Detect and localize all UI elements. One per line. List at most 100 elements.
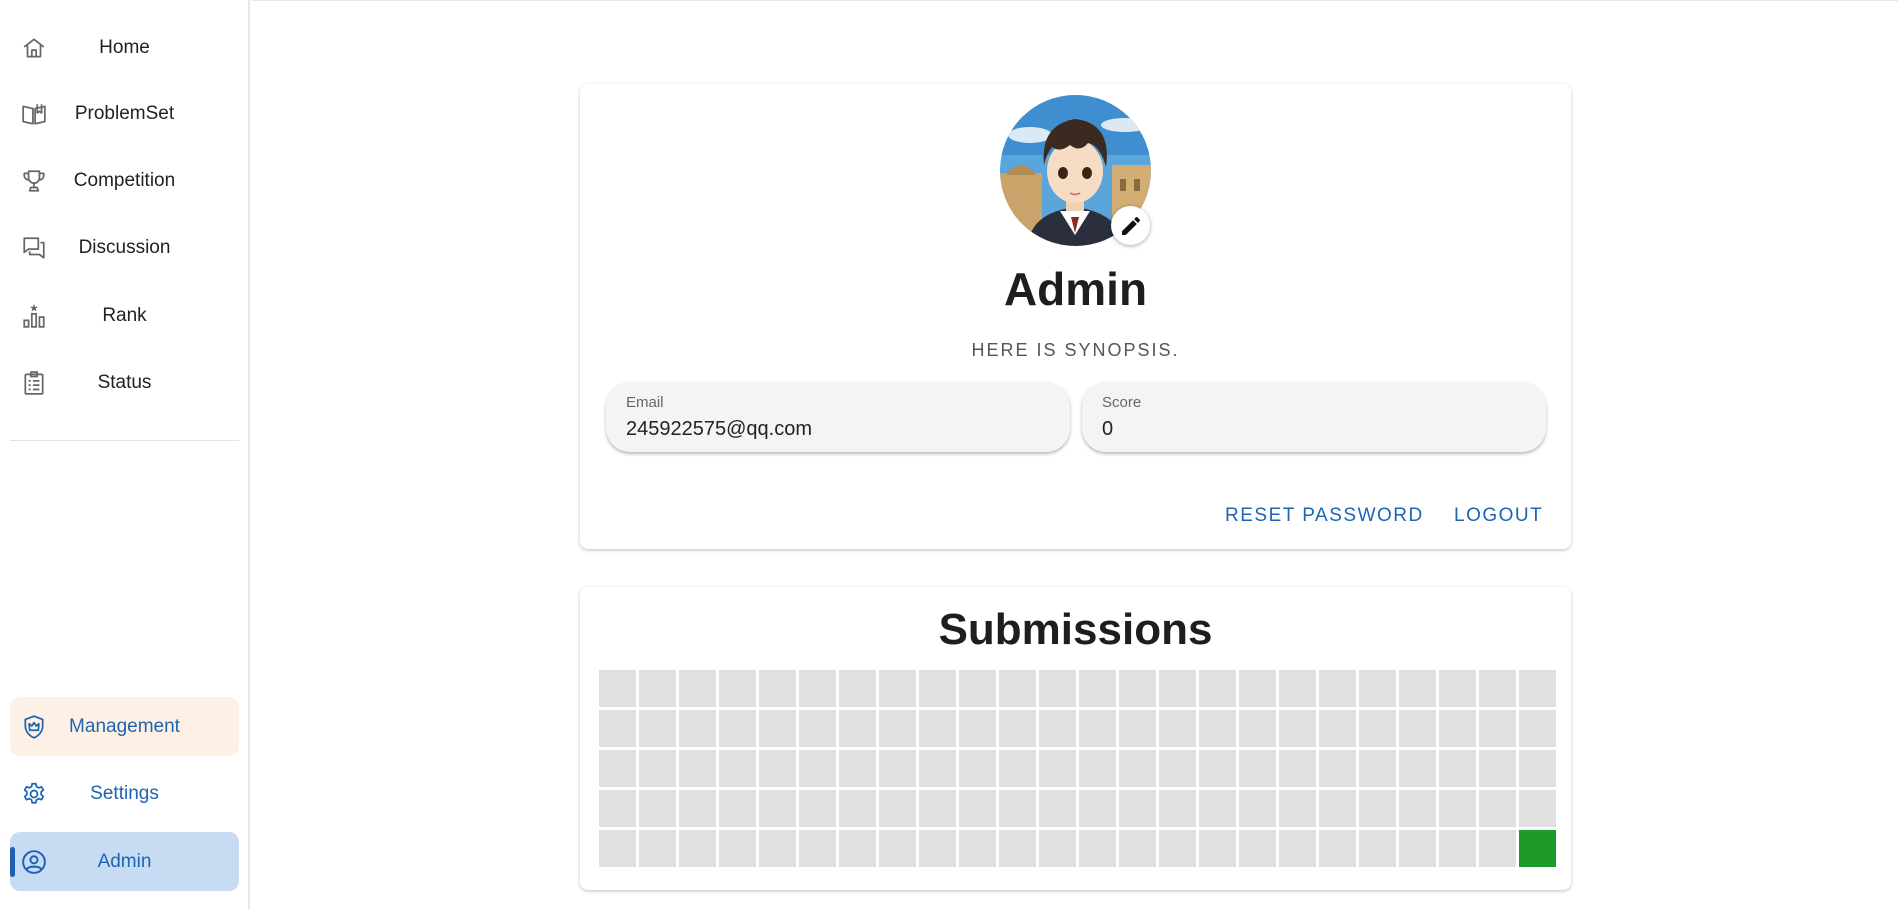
email-label: Email — [626, 394, 664, 411]
heatmap-cell — [1399, 710, 1436, 747]
heatmap-cell — [919, 750, 956, 787]
heatmap-cell — [1239, 750, 1276, 787]
heatmap-cell — [1279, 710, 1316, 747]
sidebar-item-status[interactable]: Status — [10, 353, 239, 412]
heatmap-cell — [999, 710, 1036, 747]
score-input[interactable] — [1102, 418, 1522, 441]
heatmap-cell — [639, 710, 676, 747]
heatmap-cell — [719, 790, 756, 827]
heatmap-cell — [1039, 710, 1076, 747]
heatmap-cell — [759, 670, 796, 707]
edit-avatar-button[interactable] — [1111, 206, 1150, 245]
sidebar-item-label: Home — [99, 36, 150, 58]
heatmap-cell — [1039, 830, 1076, 867]
heatmap-cell — [1159, 710, 1196, 747]
heatmap-cell — [1439, 710, 1476, 747]
heatmap-cell — [759, 710, 796, 747]
sidebar-item-competition[interactable]: Competition — [10, 151, 239, 210]
heatmap-cell — [879, 790, 916, 827]
heatmap-cell — [759, 750, 796, 787]
heatmap-cell — [1199, 750, 1236, 787]
heatmap-cell — [1359, 710, 1396, 747]
heatmap-cell — [999, 830, 1036, 867]
heatmap-cell — [839, 830, 876, 867]
heatmap-cell — [599, 750, 636, 787]
heatmap-cell — [1159, 830, 1196, 867]
heatmap-cell — [1039, 670, 1076, 707]
sidebar-item-label: Admin — [97, 850, 152, 872]
sidebar-item-label: Competition — [73, 169, 176, 191]
heatmap-cell — [879, 710, 916, 747]
heatmap-cell — [1439, 670, 1476, 707]
submissions-title: Submissions — [938, 605, 1213, 654]
heatmap-cell — [1519, 710, 1556, 747]
heatmap-cell — [1119, 710, 1156, 747]
heatmap-cell — [839, 710, 876, 747]
heatmap-cell — [1399, 750, 1436, 787]
sidebar-item-admin[interactable]: Admin — [10, 832, 239, 891]
heatmap-cell — [639, 670, 676, 707]
sidebar-item-label: Discussion — [78, 236, 171, 258]
heatmap-cell — [599, 670, 636, 707]
submissions-card: Submissions — [580, 587, 1571, 890]
heatmap-cell — [1479, 750, 1516, 787]
username-heading: Admin — [1003, 263, 1148, 315]
sidebar-item-management[interactable]: Management — [10, 697, 239, 756]
score-field[interactable]: Score — [1082, 382, 1546, 452]
heatmap-cell — [1319, 790, 1356, 827]
heatmap-cell — [1359, 750, 1396, 787]
heatmap-cell — [1359, 670, 1396, 707]
heatmap-cell — [959, 790, 996, 827]
sidebar-item-problemset[interactable]: ProblemSet — [10, 84, 239, 143]
heatmap-cell — [1079, 670, 1116, 707]
heatmap-cell — [1519, 830, 1556, 867]
heatmap-cell — [1479, 830, 1516, 867]
heatmap-cell — [839, 750, 876, 787]
heatmap-cell — [839, 670, 876, 707]
heatmap-cell — [599, 710, 636, 747]
heatmap-cell — [919, 710, 956, 747]
email-input[interactable] — [626, 418, 1046, 441]
heatmap-cell — [1119, 670, 1156, 707]
heatmap-cell — [759, 790, 796, 827]
heatmap-cell — [719, 830, 756, 867]
heatmap-cell — [1479, 670, 1516, 707]
heatmap-cell — [1239, 710, 1276, 747]
heatmap-cell — [1279, 830, 1316, 867]
heatmap-cell — [959, 670, 996, 707]
heatmap-cell — [1399, 830, 1436, 867]
heatmap-cell — [1319, 670, 1356, 707]
heatmap-cell — [1079, 790, 1116, 827]
heatmap-cell — [919, 830, 956, 867]
sidebar-item-home[interactable]: Home — [10, 18, 239, 77]
heatmap-cell — [1399, 670, 1436, 707]
heatmap-cell — [1039, 790, 1076, 827]
pencil-icon — [1119, 214, 1143, 238]
heatmap-cell — [999, 750, 1036, 787]
heatmap-cell — [1239, 790, 1276, 827]
app-root: Home ProblemSet Competition Discussion R… — [0, 0, 1898, 909]
reset-password-button[interactable]: RESET PASSWORD — [1225, 505, 1424, 527]
heatmap-cell — [1239, 670, 1276, 707]
heatmap-cell — [1279, 750, 1316, 787]
heatmap-cell — [1239, 830, 1276, 867]
heatmap-cell — [799, 750, 836, 787]
heatmap-cell — [799, 670, 836, 707]
logout-button[interactable]: LOGOUT — [1454, 505, 1543, 527]
heatmap-cell — [639, 790, 676, 827]
sidebar: Home ProblemSet Competition Discussion R… — [0, 0, 250, 909]
heatmap-cell — [879, 750, 916, 787]
heatmap-cell — [1159, 790, 1196, 827]
heatmap-cell — [1039, 750, 1076, 787]
heatmap-cell — [1279, 670, 1316, 707]
heatmap-cell — [1359, 830, 1396, 867]
sidebar-item-label: ProblemSet — [74, 102, 175, 124]
heatmap-cell — [1399, 790, 1436, 827]
heatmap-cell — [599, 790, 636, 827]
sidebar-item-discussion[interactable]: Discussion — [10, 218, 239, 277]
email-field[interactable]: Email — [606, 382, 1070, 452]
sidebar-item-rank[interactable]: Rank — [10, 286, 239, 345]
sidebar-item-settings[interactable]: Settings — [10, 764, 239, 823]
heatmap-cell — [959, 750, 996, 787]
heatmap-cell — [1519, 790, 1556, 827]
